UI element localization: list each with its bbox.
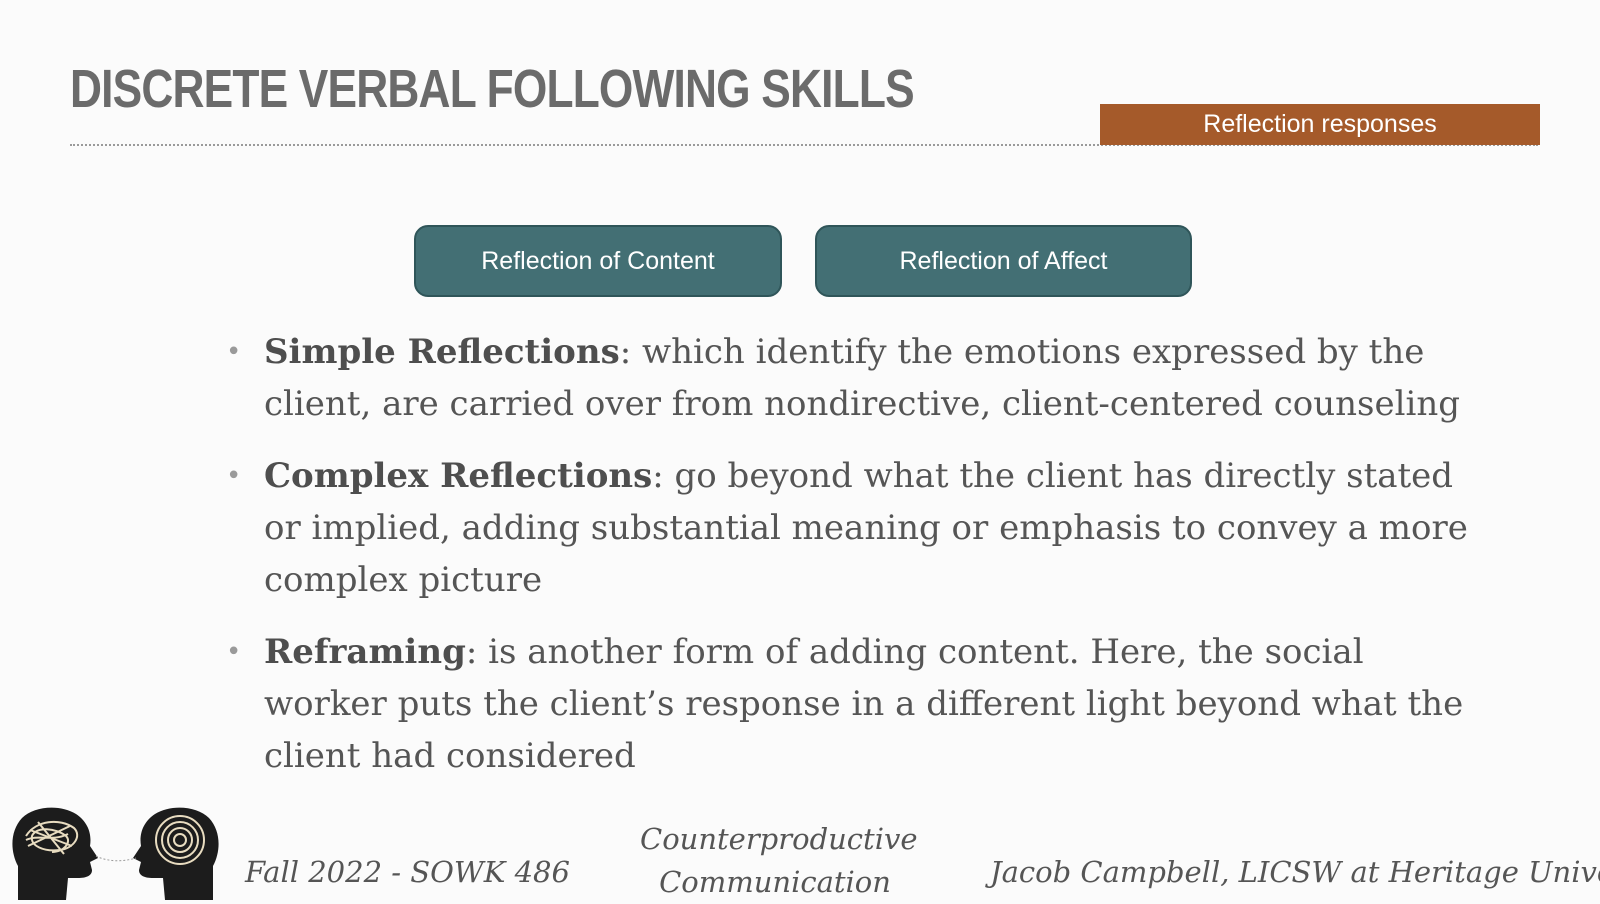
footer-author: Jacob Campbell, LICSW at Heritage Univer… <box>990 855 1600 889</box>
bullet-reframing: • Reframing: is another form of adding c… <box>226 626 1496 782</box>
footer-topic: Counterproductive Communication <box>640 818 918 904</box>
reflection-of-affect-label: Reflection of Affect <box>899 246 1108 275</box>
footer-topic-line1: Counterproductive <box>640 822 918 856</box>
reflection-of-content-label: Reflection of Content <box>481 246 715 275</box>
section-tag: Reflection responses <box>1100 104 1540 145</box>
bullet-term: Simple Reflections <box>264 332 620 372</box>
bullet-term: Reframing <box>264 632 466 672</box>
bullet-dot-icon: • <box>226 637 242 667</box>
footer-course: Fall 2022 - SOWK 486 <box>245 855 570 889</box>
bullet-dot-icon: • <box>226 461 242 491</box>
reflection-of-content-box: Reflection of Content <box>414 225 782 297</box>
two-heads-logo-icon <box>12 807 219 900</box>
bullet-term: Complex Reflections <box>264 456 653 496</box>
slide-title: DISCRETE VERBAL FOLLOWING SKILLS <box>70 59 915 119</box>
bullet-list: • Simple Reflections: which identify the… <box>226 326 1496 802</box>
bullet-complex-reflections: • Complex Reflections: go beyond what th… <box>226 450 1496 606</box>
bullet-dot-icon: • <box>226 337 242 367</box>
footer-topic-line2: Communication <box>659 865 891 899</box>
bullet-simple-reflections: • Simple Reflections: which identify the… <box>226 326 1496 430</box>
reflection-of-affect-box: Reflection of Affect <box>815 225 1192 297</box>
